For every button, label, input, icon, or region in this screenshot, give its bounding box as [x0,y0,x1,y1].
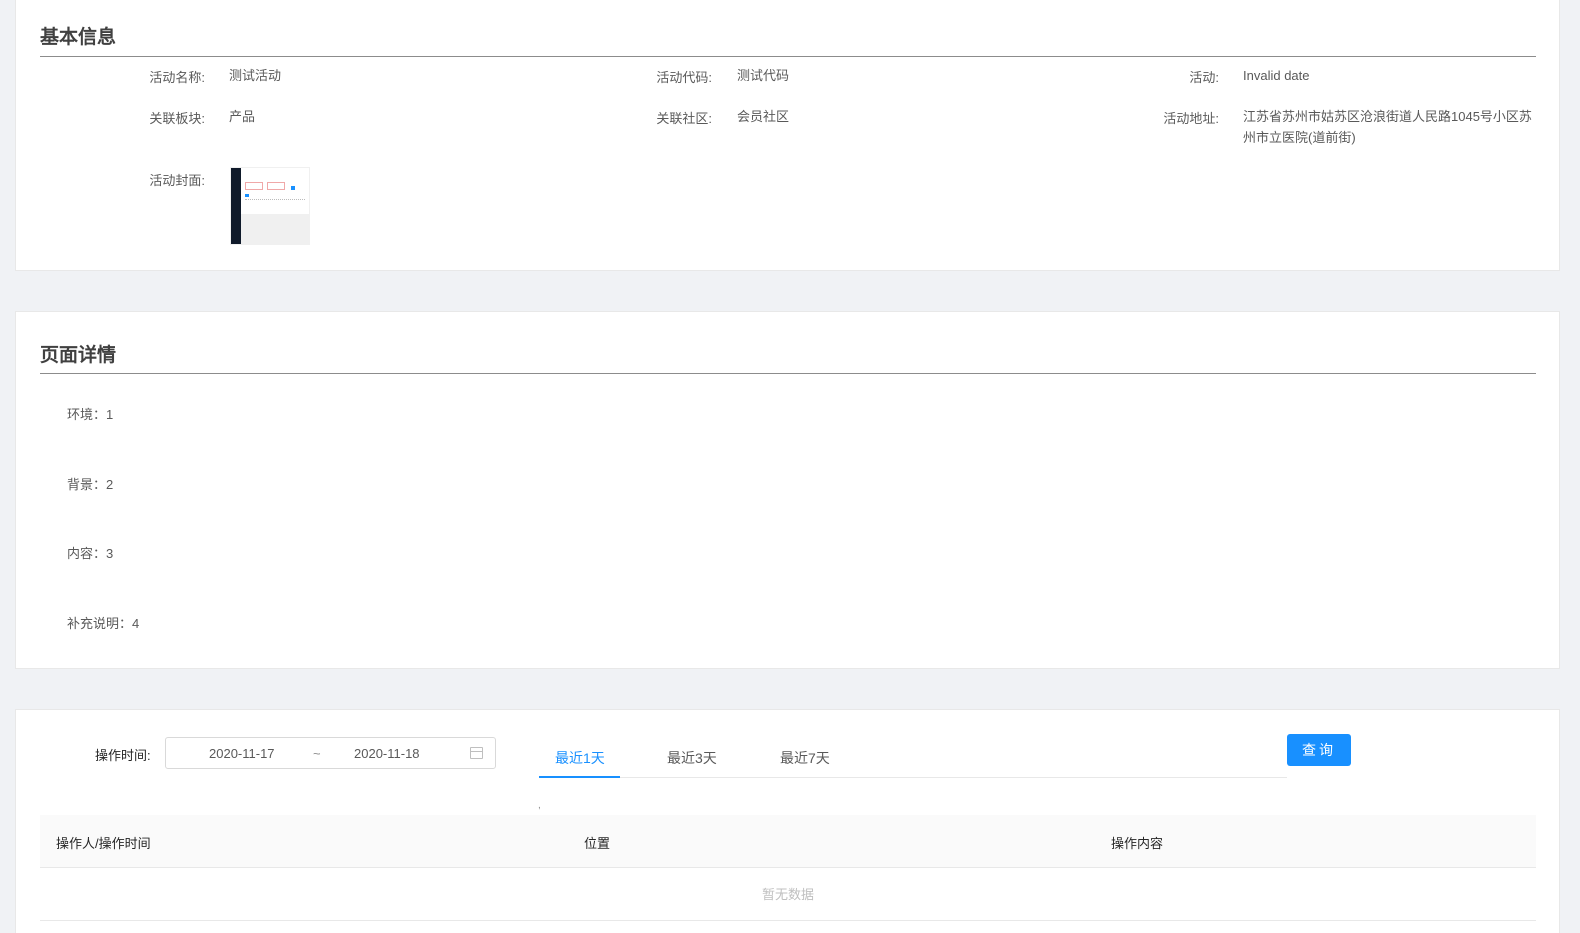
quick-range-tabs: 最近1天 最近3天 最近7天 [539,738,1287,778]
column-operation-content: 操作内容 [1111,836,1164,851]
column-location: 位置 [584,836,611,851]
activity-cover-image[interactable] [230,167,310,245]
tab-last-3-days[interactable]: 最近3天 [667,748,717,768]
related-community-label: 关联社区: [656,111,712,126]
operation-log-card: 操作时间: 2020-11-17 ~ 2020-11-18 最近1天 最近3天 … [15,709,1560,933]
table-header: 操作人/操作时间 位置 操作内容 [40,815,1536,868]
activity-name-label: 活动名称: [149,70,205,85]
related-section-value: 产品 [229,109,256,124]
date-start-input[interactable]: 2020-11-17 [209,746,275,761]
date-range-separator: ~ [313,746,321,761]
activity-code-label: 活动代码: [656,70,712,85]
activity-address-value: 江苏省苏州市姑苏区沧浪街道人民路1045号小区苏州市立医院(道前街) [1243,109,1532,145]
date-range-picker[interactable]: 2020-11-17 ~ 2020-11-18 [165,737,496,769]
calendar-icon[interactable] [470,747,483,759]
basic-info-divider [40,56,1536,57]
detail-environment: 环境：1 [67,407,114,422]
related-community-value: 会员社区 [737,109,790,124]
tab-last-1-day[interactable]: 最近1天 [555,748,605,768]
basic-info-title: 基本信息 [40,27,117,48]
stray-mark: , [538,800,541,811]
query-button[interactable]: 查询 [1287,734,1351,766]
basic-info-card: 基本信息 活动名称: 测试活动 活动代码: 测试代码 活动: Invalid d… [15,0,1560,271]
activity-cover-label: 活动封面: [149,173,205,188]
detail-supplement: 补充说明：4 [67,616,140,631]
operation-time-label: 操作时间: [95,748,151,763]
date-end-input[interactable]: 2020-11-18 [354,746,420,761]
page-details-divider [40,373,1536,374]
activity-name-value: 测试活动 [229,68,282,83]
detail-content: 内容：3 [67,546,114,561]
tab-last-7-days[interactable]: 最近7天 [780,748,830,768]
activity-code-value: 测试代码 [737,68,790,83]
page-details-card: 页面详情 环境：1 背景：2 内容：3 补充说明：4 [15,311,1560,669]
detail-background: 背景：2 [67,477,114,492]
page-details-title: 页面详情 [40,345,117,366]
activity-date-value: Invalid date [1243,68,1310,83]
active-tab-indicator [539,776,620,778]
activity-address-label: 活动地址: [1163,111,1219,126]
table-empty-state: 暂无数据 [40,868,1536,921]
column-operator-time: 操作人/操作时间 [56,836,151,851]
related-section-label: 关联板块: [149,111,205,126]
activity-date-label: 活动: [1189,70,1219,85]
